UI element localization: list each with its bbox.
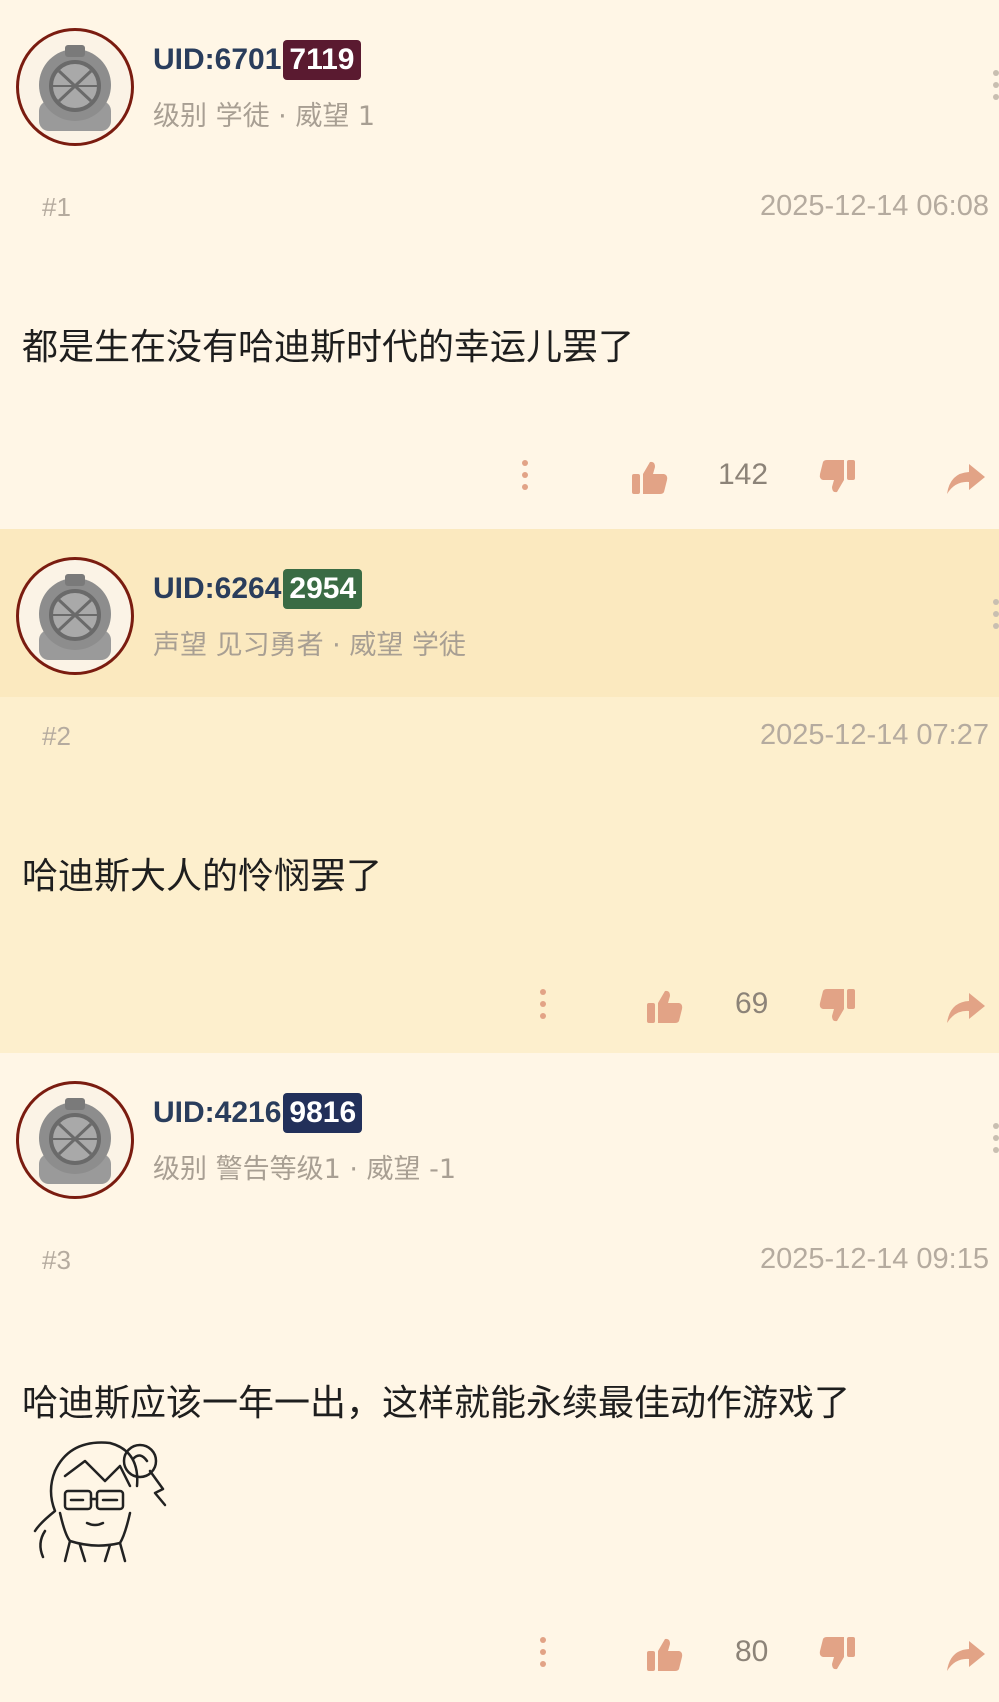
like-count: 80 [735, 1635, 769, 1668]
like-count: 69 [735, 987, 769, 1020]
action-bar: 69 [0, 981, 999, 1033]
user-meta: 级别 警告等级1 · 威望 -1 [153, 1154, 457, 1185]
more-vertical-icon[interactable] [991, 599, 999, 635]
more-vertical-icon[interactable] [538, 989, 546, 1025]
more-vertical-icon[interactable] [991, 1123, 999, 1159]
user-meta: 声望 见习勇者 · 威望 学徒 [153, 630, 466, 661]
post-content: 都是生在没有哈迪斯时代的幸运儿罢了 [22, 327, 635, 368]
more-vertical-icon[interactable] [538, 1637, 546, 1673]
user-meta: 级别 学徒 · 威望 1 [153, 101, 376, 132]
user-uid[interactable]: UID:6701 7119 [153, 40, 361, 80]
floor-number: #3 [42, 1245, 71, 1275]
action-bar: 80 [0, 1629, 999, 1681]
thumbs-up-icon[interactable] [645, 987, 685, 1027]
like-count: 142 [718, 458, 769, 491]
post-date: 2025-12-14 06:08 [760, 190, 989, 222]
avatar[interactable] [16, 1081, 134, 1199]
more-vertical-icon[interactable] [520, 460, 528, 496]
uid-badge: 2954 [283, 569, 363, 609]
uid-badge: 7119 [283, 40, 361, 80]
thumbs-down-icon[interactable] [817, 1633, 857, 1673]
avatar[interactable] [16, 28, 134, 146]
uid-prefix: UID:4216 [153, 1096, 282, 1129]
sticker-image [33, 1441, 167, 1563]
uid-prefix: UID:6701 [153, 43, 282, 76]
thumbs-up-icon[interactable] [630, 458, 670, 498]
post-3: UID:4216 9816 级别 警告等级1 · 威望 -1 #3 2025-12… [0, 1053, 999, 1702]
post-date: 2025-12-14 09:15 [760, 1243, 989, 1275]
floor-number: #1 [42, 192, 71, 222]
thumbs-up-icon[interactable] [645, 1635, 685, 1675]
post-content: 哈迪斯大人的怜悯罢了 [22, 856, 383, 897]
post-header: UID:6701 7119 级别 学徒 · 威望 1 [0, 0, 999, 168]
user-uid[interactable]: UID:6264 2954 [153, 569, 363, 609]
user-uid[interactable]: UID:4216 9816 [153, 1093, 363, 1133]
uid-prefix: UID:6264 [153, 572, 282, 605]
avatar[interactable] [16, 557, 134, 675]
thumbs-down-icon[interactable] [817, 456, 857, 496]
post-date: 2025-12-14 07:27 [760, 719, 989, 751]
action-bar: 142 [0, 452, 999, 504]
thumbs-down-icon[interactable] [817, 985, 857, 1025]
floor-number: #2 [42, 721, 71, 751]
post-header: UID:4216 9816 级别 警告等级1 · 威望 -1 [0, 1053, 999, 1221]
share-icon[interactable] [945, 458, 987, 498]
post-header: UID:6264 2954 声望 见习勇者 · 威望 学徒 [0, 529, 999, 697]
share-icon[interactable] [945, 1635, 987, 1675]
more-vertical-icon[interactable] [991, 70, 999, 106]
post-2: UID:6264 2954 声望 见习勇者 · 威望 学徒 #2 2025-12-… [0, 529, 999, 1053]
uid-badge: 9816 [283, 1093, 363, 1133]
post-1: UID:6701 7119 级别 学徒 · 威望 1 #1 2025-12-14 … [0, 0, 999, 529]
share-icon[interactable] [945, 987, 987, 1027]
post-content: 哈迪斯应该一年一出，这样就能永续最佳动作游戏了 [22, 1383, 851, 1424]
